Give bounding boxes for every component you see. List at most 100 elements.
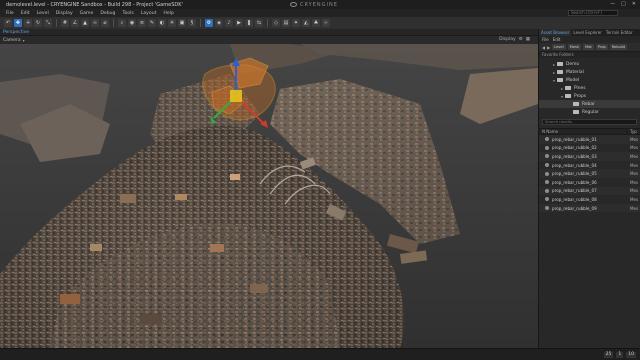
menu-debug[interactable]: Debug xyxy=(100,11,115,16)
zoom-icon[interactable]: ⌕ xyxy=(118,19,126,27)
column-name[interactable]: N Name xyxy=(539,129,627,134)
terrain-icon[interactable]: ◭ xyxy=(302,19,310,27)
list-item[interactable]: prop_rebar_rubble_02 Mes xyxy=(539,144,640,153)
asset-menu-edit[interactable]: Edit xyxy=(553,37,561,42)
tree-item-regular[interactable]: Regular xyxy=(539,108,640,116)
list-item[interactable]: prop_rebar_rubble_06 Mes xyxy=(539,178,640,187)
global-search-input[interactable]: Search (Ctrl+F) xyxy=(568,10,618,16)
menu-layout[interactable]: Layout xyxy=(141,11,157,16)
list-item[interactable]: prop_rebar_rubble_09 Mes xyxy=(539,203,640,213)
asset-menu-file[interactable]: File xyxy=(542,37,549,42)
select-icon[interactable]: ✥ xyxy=(14,19,22,27)
status-bar: 25 1 10 xyxy=(0,348,640,360)
camera-icon[interactable]: ◉ xyxy=(128,19,136,27)
minimize-button[interactable]: — xyxy=(610,1,615,7)
toolbar-divider xyxy=(200,19,201,27)
menu-help[interactable]: Help xyxy=(163,11,173,16)
layer-icon[interactable]: ≡ xyxy=(138,19,146,27)
script-icon[interactable]: § xyxy=(188,19,196,27)
folder-icon xyxy=(573,110,579,114)
snap-terrain-icon[interactable]: ▲ xyxy=(81,19,89,27)
window-controls: — □ ✕ xyxy=(610,1,636,7)
cryengine-logo-icon xyxy=(290,2,297,7)
toolbar-divider xyxy=(113,19,114,27)
flowgraph-icon[interactable]: ◇ xyxy=(272,19,280,27)
list-item[interactable]: prop_rebar_rubble_04 Mes xyxy=(539,161,640,170)
tree-item-label: Material xyxy=(566,69,584,75)
tree-item-rebar[interactable]: Rebar xyxy=(539,100,640,108)
measure-icon[interactable]: ⊹ xyxy=(322,19,330,27)
list-item[interactable]: prop_rebar_rubble_05 Mes xyxy=(539,169,640,178)
tree-item-model[interactable]: ▾ Model xyxy=(539,76,640,84)
menu-display[interactable]: Display xyxy=(56,11,73,16)
toolbar-divider xyxy=(56,19,57,27)
tree-item-material[interactable]: ▸ Material xyxy=(539,68,640,76)
filter-prop-button[interactable]: Prop xyxy=(595,44,608,50)
status-value: 1 xyxy=(616,352,624,358)
particles-icon[interactable]: ✦ xyxy=(292,19,300,27)
list-item[interactable]: prop_rebar_rubble_07 Mes xyxy=(539,186,640,196)
light-icon[interactable]: ☀ xyxy=(168,19,176,27)
scale-icon[interactable]: ⤡ xyxy=(44,19,52,27)
maximize-button[interactable]: □ xyxy=(621,1,626,7)
tab-level-explorer[interactable]: Level Explorer xyxy=(571,29,603,36)
level-viewport[interactable] xyxy=(0,44,538,348)
snap-angle-icon[interactable]: ∠ xyxy=(71,19,79,27)
tab-asset-browser[interactable]: Asset Browser xyxy=(539,29,572,36)
folder-icon xyxy=(565,86,571,90)
display-dropdown[interactable]: Display xyxy=(499,37,516,42)
tree-item-demo[interactable]: ▸ Demo xyxy=(539,60,640,68)
mesh-icon xyxy=(545,197,549,202)
tree-item-label: Rebar xyxy=(582,101,595,107)
viewport-layout-icon[interactable]: ▦ xyxy=(526,37,530,42)
list-item[interactable]: prop_rebar_rubble_03 Mes xyxy=(539,152,640,161)
snap-grid-icon[interactable]: # xyxy=(61,19,69,27)
filter-mesh-button[interactable]: Mesh xyxy=(567,44,582,50)
list-item[interactable]: prop_rebar_rubble_08 Mes xyxy=(539,195,640,204)
menu-tools[interactable]: Tools xyxy=(122,11,133,16)
menu-game[interactable]: Game xyxy=(80,11,94,16)
play-icon[interactable]: ▶ xyxy=(235,19,243,27)
vegetation-icon[interactable]: ♣ xyxy=(312,19,320,27)
menu-level[interactable]: Level xyxy=(37,11,49,16)
tab-terrain-editor[interactable]: Terrain Editor xyxy=(604,29,635,36)
mesh-icon xyxy=(545,180,549,185)
mesh-icon xyxy=(545,171,549,176)
viewport-tab[interactable]: Perspective xyxy=(0,29,538,36)
undo-icon[interactable]: ↶ xyxy=(4,19,12,27)
filter-level-button[interactable]: Level xyxy=(552,44,566,50)
link-icon[interactable]: ∞ xyxy=(91,19,99,27)
asset-search-input[interactable]: Search results xyxy=(542,119,637,125)
viewport-settings-icon[interactable]: ⚙ xyxy=(519,37,523,42)
pause-icon[interactable]: ❚ xyxy=(245,19,253,27)
close-button[interactable]: ✕ xyxy=(632,1,636,7)
status-counters: 25 1 10 xyxy=(603,352,636,358)
asset-browser-menu: File Edit xyxy=(539,36,640,43)
ai-icon[interactable]: ◈ xyxy=(215,19,223,27)
window-title: demolevel.level - CRYENGINE Sandbox - Bu… xyxy=(6,1,183,8)
rebuild-button[interactable]: Rebuild xyxy=(609,44,628,50)
tree-item-props[interactable]: ▾ Props xyxy=(539,92,640,100)
unlink-icon[interactable]: ⌀ xyxy=(101,19,109,27)
brush-icon[interactable]: ✎ xyxy=(148,19,156,27)
filter-material-button[interactable]: Mat xyxy=(583,44,594,50)
tree-item-pines[interactable]: ▸ Pines xyxy=(539,84,640,92)
entity-icon[interactable]: ▣ xyxy=(178,19,186,27)
move-icon[interactable]: ✛ xyxy=(24,19,32,27)
forward-arrow-icon[interactable]: ▶ xyxy=(547,45,550,50)
audio-icon[interactable]: ♪ xyxy=(225,19,233,27)
menu-edit[interactable]: Edit xyxy=(21,11,30,16)
sequence-icon[interactable]: ▤ xyxy=(282,19,290,27)
camera-dropdown[interactable]: Camera xyxy=(3,38,21,43)
physics-icon[interactable]: ⚙ xyxy=(205,19,213,27)
folder-tree: ▸ Demo ▸ Material ▾ Model ▸ Pines ▾ Prop… xyxy=(539,58,640,116)
back-arrow-icon[interactable]: ◀ xyxy=(542,45,545,50)
camera-chevron-down-icon[interactable]: ▾ xyxy=(23,38,25,43)
mesh-icon xyxy=(545,163,549,168)
column-type[interactable]: Typ xyxy=(627,129,637,134)
sync-icon[interactable]: ⇆ xyxy=(255,19,263,27)
menu-file[interactable]: File xyxy=(6,11,14,16)
list-item[interactable]: prop_rebar_rubble_01 Mes xyxy=(539,135,640,144)
material-icon[interactable]: ◐ xyxy=(158,19,166,27)
rotate-icon[interactable]: ↻ xyxy=(34,19,42,27)
